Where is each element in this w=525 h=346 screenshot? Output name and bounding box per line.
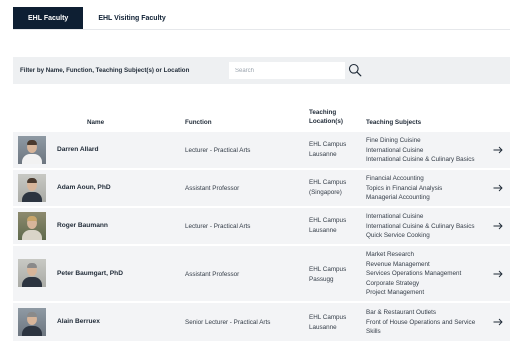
faculty-subjects: Market Research Revenue Management Servi… (366, 250, 461, 298)
subject-item: International Cuisine & Culinary Basics (366, 156, 475, 163)
faculty-photo (18, 136, 46, 164)
subject-item: International Cuisine (366, 213, 424, 220)
subject-item: Services Operations Management (366, 270, 462, 277)
table-row[interactable]: Darren Allard Lecturer - Practical Arts … (13, 132, 510, 170)
subject-item: Market Research (366, 251, 414, 258)
table-row[interactable]: Alain Berruex Senior Lecturer - Practica… (13, 303, 510, 343)
faculty-location: EHL Campus Lausanne (309, 140, 346, 160)
faculty-name[interactable]: Adam Aoun, PhD (57, 184, 111, 191)
faculty-function: Assistant Professor (185, 271, 240, 278)
table-row[interactable]: Peter Baumgart, PhD Assistant Professor … (13, 246, 510, 303)
faculty-photo (18, 212, 46, 240)
table-row[interactable]: Adam Aoun, PhD Assistant Professor EHL C… (13, 170, 510, 208)
header-location-line2: Location(s) (309, 118, 343, 125)
subject-item: Financial Accounting (366, 175, 424, 182)
faculty-photo (18, 308, 46, 336)
search-input[interactable] (229, 62, 345, 79)
faculty-function: Assistant Professor (185, 185, 240, 192)
table-row[interactable]: Roger Baumann Lecturer - Practical Arts … (13, 208, 510, 246)
arrow-right-icon[interactable] (493, 318, 503, 326)
header-name: Name (87, 119, 105, 126)
header-function: Function (185, 119, 212, 126)
faculty-photo (18, 259, 46, 287)
faculty-function: Lecturer - Practical Arts (185, 223, 251, 230)
subject-item: Project Management (366, 289, 425, 296)
subject-item: Corporate Strategy (366, 279, 420, 287)
location-line: Lausanne (309, 324, 337, 331)
subject-item: International Cuisine & Culinary Basics (366, 222, 475, 230)
location-line: Lausanne (309, 151, 337, 158)
subject-item: International Cuisine (366, 146, 424, 154)
arrow-right-icon[interactable] (493, 270, 503, 278)
arrow-right-icon[interactable] (493, 146, 503, 154)
tab-ehl-faculty[interactable]: EHL Faculty (13, 7, 84, 29)
faculty-function: Lecturer - Practical Arts (185, 147, 251, 154)
faculty-location: EHL Campus Lausanne (309, 313, 346, 333)
location-line: EHL Campus (309, 314, 347, 321)
faculty-location: EHL Campus Passugg (309, 265, 346, 285)
filter-bar: Filter by Name, Function, Teaching Subje… (13, 57, 510, 84)
location-line: Passugg (309, 276, 334, 283)
location-line: EHL Campus (309, 217, 347, 224)
filter-label: Filter by Name, Function, Teaching Subje… (20, 67, 190, 74)
subject-item: Skills (366, 328, 381, 335)
location-line: EHL Campus (309, 179, 347, 186)
header-subjects: Teaching Subjects (366, 119, 422, 126)
subject-item: Quick Service Cooking (366, 232, 430, 239)
faculty-location: EHL Campus (Singapore) (309, 178, 346, 198)
faculty-tabs: EHL Faculty EHL Visiting Faculty (13, 7, 181, 29)
table-header: Name Function Teaching Location(s) Teach… (13, 106, 510, 130)
faculty-name[interactable]: Peter Baumgart, PhD (57, 270, 123, 277)
faculty-name[interactable]: Roger Baumann (57, 222, 108, 229)
subject-item: Managerial Accounting (366, 194, 430, 201)
faculty-subjects: Fine Dining Cuisine International Cuisin… (366, 136, 475, 165)
faculty-photo (18, 174, 46, 202)
faculty-name[interactable]: Alain Berruex (57, 318, 100, 325)
location-line: EHL Campus (309, 141, 347, 148)
faculty-subjects: Bar & Restaurant Outlets Front of House … (366, 308, 475, 337)
location-line: Lausanne (309, 227, 337, 234)
subject-item: Topics in Financial Analysis (366, 184, 443, 192)
faculty-function: Senior Lecturer - Practical Arts (185, 319, 271, 326)
arrow-right-icon[interactable] (493, 184, 503, 192)
header-location-line1: Teaching (309, 109, 337, 116)
faculty-subjects: International Cuisine International Cuis… (366, 212, 475, 241)
arrow-right-icon[interactable] (493, 222, 503, 230)
subject-item: Bar & Restaurant Outlets (366, 309, 436, 316)
tab-ehl-visiting-faculty[interactable]: EHL Visiting Faculty (83, 7, 180, 29)
tab-divider (13, 29, 510, 30)
location-line: (Singapore) (309, 189, 342, 196)
subject-item: Fine Dining Cuisine (366, 137, 421, 144)
subject-item: Front of House Operations and Service (366, 318, 476, 326)
faculty-location: EHL Campus Lausanne (309, 216, 346, 236)
subject-item: Revenue Management (366, 260, 430, 268)
faculty-subjects: Financial Accounting Topics in Financial… (366, 174, 442, 203)
search-icon[interactable] (348, 63, 362, 77)
location-line: EHL Campus (309, 266, 347, 273)
faculty-name[interactable]: Darren Allard (57, 146, 99, 153)
